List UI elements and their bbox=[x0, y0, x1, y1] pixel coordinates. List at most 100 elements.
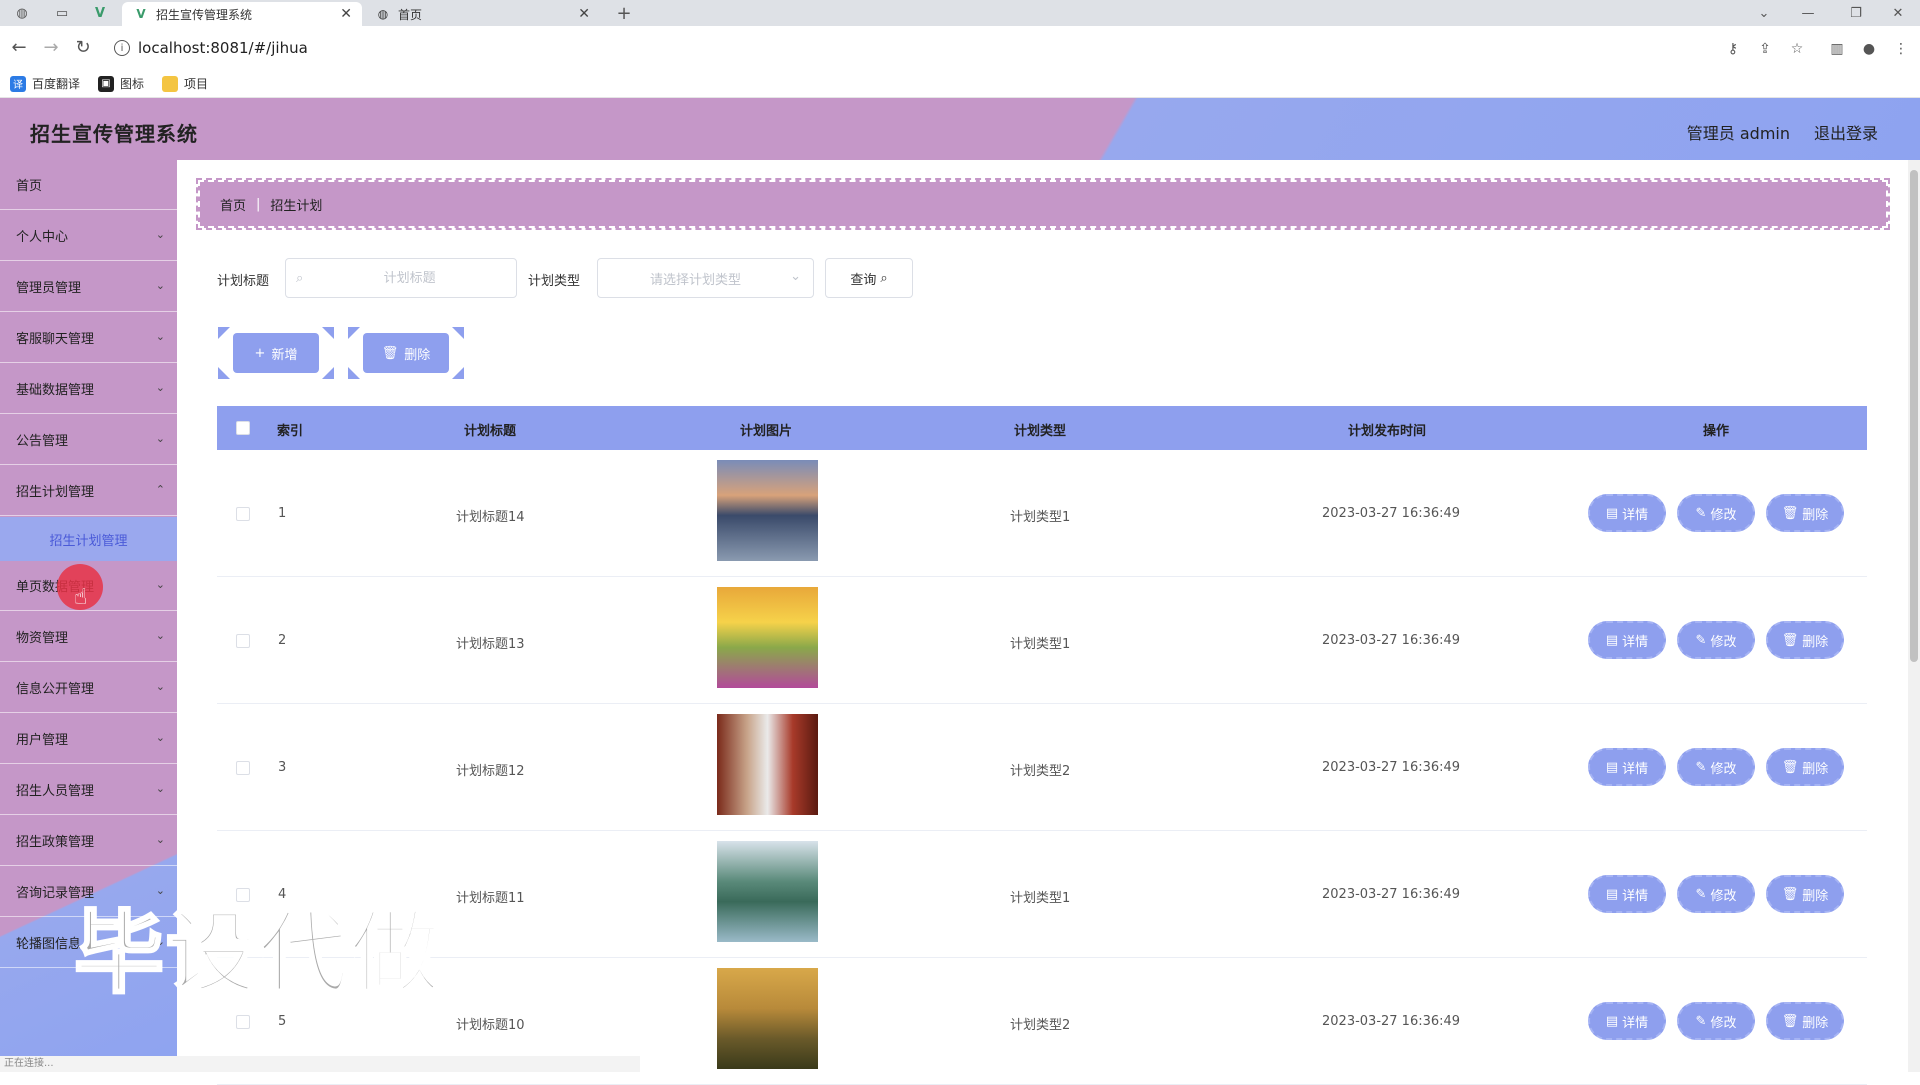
bookmark-baidu-translate[interactable]: 译 百度翻译 bbox=[10, 75, 80, 92]
bookmark-label: 图标 bbox=[120, 77, 145, 91]
sidebar-item-admins[interactable]: 管理员管理 ⌄ bbox=[0, 262, 177, 312]
reload-icon[interactable]: ↻ bbox=[72, 36, 94, 58]
row-image[interactable] bbox=[717, 841, 818, 942]
tab-system[interactable]: V 招生宣传管理系统 ✕ bbox=[122, 2, 362, 26]
sidebar-item-home[interactable]: 首页 bbox=[0, 160, 177, 210]
sidebar-item-plan[interactable]: 招生计划管理 ⌃ bbox=[0, 466, 177, 516]
title-filter-label: 计划标题 bbox=[217, 274, 270, 289]
profile-icon[interactable]: ● bbox=[1860, 40, 1878, 58]
admin-label: 管理员 admin bbox=[1686, 124, 1790, 143]
sidebar-item-disclosure[interactable]: 信息公开管理 ⌄ bbox=[0, 663, 177, 713]
sidebar-item-users[interactable]: 用户管理 ⌄ bbox=[0, 714, 177, 764]
row-delete-button[interactable]: 🗑 删除 bbox=[1766, 494, 1844, 532]
breadcrumb: 首页 | 招生计划 bbox=[196, 178, 1890, 230]
detail-button[interactable]: ▤ 详情 bbox=[1588, 494, 1666, 532]
url-field[interactable]: i localhost:8081/#/jihua bbox=[108, 33, 1908, 63]
sidebar-item-notice[interactable]: 公告管理 ⌄ bbox=[0, 415, 177, 465]
edit-button[interactable]: ✎ 修改 bbox=[1677, 621, 1755, 659]
blank-tab-icon[interactable]: ▭ bbox=[46, 3, 78, 23]
restore-icon[interactable]: ❐ bbox=[1840, 3, 1872, 23]
column-header-actions: 操作 bbox=[1703, 424, 1730, 439]
row-image[interactable] bbox=[717, 968, 818, 1069]
chevron-down-icon: ⌄ bbox=[155, 782, 165, 795]
pencil-icon: ✎ bbox=[1695, 632, 1707, 648]
minimize-icon[interactable]: — bbox=[1792, 3, 1824, 23]
row-delete-button[interactable]: 🗑 删除 bbox=[1766, 1002, 1844, 1040]
add-button[interactable]: + 新增 bbox=[233, 333, 319, 373]
globe-icon[interactable]: ◍ bbox=[6, 3, 38, 23]
column-header-type: 计划类型 bbox=[1014, 424, 1067, 439]
bookmark-project[interactable]: 项目 bbox=[162, 75, 208, 92]
row-delete-button[interactable]: 🗑 删除 bbox=[1766, 748, 1844, 786]
row-type: 计划类型2 bbox=[1010, 1018, 1071, 1033]
pencil-icon: ✎ bbox=[1695, 1013, 1707, 1029]
row-checkbox[interactable] bbox=[236, 634, 250, 648]
row-image[interactable] bbox=[717, 460, 818, 561]
logout-link[interactable]: 退出登录 bbox=[1814, 120, 1878, 144]
search-icon: ⌕ bbox=[880, 270, 888, 286]
chevron-up-icon: ⌃ bbox=[155, 483, 165, 496]
sidebar-item-label: 信息公开管理 bbox=[16, 682, 95, 697]
forward-icon[interactable]: → bbox=[40, 36, 62, 58]
back-icon[interactable]: ← bbox=[8, 36, 30, 58]
bookmark-icons[interactable]: ▣ 图标 bbox=[98, 75, 144, 92]
tab-home[interactable]: ◍ 首页 ✕ bbox=[364, 2, 600, 26]
close-icon[interactable]: ✕ bbox=[578, 6, 590, 22]
sidebar-item-profile[interactable]: 个人中心 ⌄ bbox=[0, 211, 177, 261]
edit-button[interactable]: ✎ 修改 bbox=[1677, 1002, 1755, 1040]
row-delete-button[interactable]: 🗑 删除 bbox=[1766, 621, 1844, 659]
window-close-icon[interactable]: ✕ bbox=[1882, 3, 1914, 23]
sidebar-item-basic-data[interactable]: 基础数据管理 ⌄ bbox=[0, 364, 177, 414]
row-delete-label: 删除 bbox=[1802, 888, 1829, 904]
app-header: 招生宣传管理系统 管理员 admin 退出登录 bbox=[0, 98, 1920, 160]
detail-button[interactable]: ▤ 详情 bbox=[1588, 748, 1666, 786]
key-icon[interactable]: ⚷ bbox=[1724, 40, 1742, 58]
edit-button[interactable]: ✎ 修改 bbox=[1677, 748, 1755, 786]
row-image[interactable] bbox=[717, 714, 818, 815]
vue-icon[interactable]: V bbox=[84, 3, 116, 23]
row-checkbox[interactable] bbox=[236, 507, 250, 521]
sidepanel-icon[interactable]: ▥ bbox=[1828, 40, 1846, 58]
star-icon[interactable]: ☆ bbox=[1788, 40, 1806, 58]
title-filter-input[interactable] bbox=[303, 270, 516, 286]
detail-button[interactable]: ▤ 详情 bbox=[1588, 875, 1666, 913]
detail-button[interactable]: ▤ 详情 bbox=[1588, 1002, 1666, 1040]
row-image[interactable] bbox=[717, 587, 818, 688]
hand-cursor-icon: ☝ bbox=[74, 585, 88, 610]
delete-button[interactable]: 🗑 删除 bbox=[363, 333, 449, 373]
row-time: 2023-03-27 16:36:49 bbox=[1322, 1014, 1461, 1029]
more-icon[interactable]: ⋮ bbox=[1892, 40, 1910, 58]
sidebar-item-chat[interactable]: 客服聊天管理 ⌄ bbox=[0, 313, 177, 363]
row-delete-button[interactable]: 🗑 删除 bbox=[1766, 875, 1844, 913]
edit-button[interactable]: ✎ 修改 bbox=[1677, 494, 1755, 532]
type-filter-select[interactable]: 请选择计划类型 ⌄ bbox=[597, 258, 814, 298]
new-tab-button[interactable]: + bbox=[608, 3, 640, 24]
query-button[interactable]: 查询 ⌕ bbox=[825, 258, 913, 298]
sidebar-item-policy[interactable]: 招生政策管理 ⌄ bbox=[0, 816, 177, 866]
share-icon[interactable]: ⇪ bbox=[1756, 40, 1774, 58]
row-title: 计划标题10 bbox=[456, 1018, 525, 1033]
detail-button[interactable]: ▤ 详情 bbox=[1588, 621, 1666, 659]
row-checkbox[interactable] bbox=[236, 761, 250, 775]
breadcrumb-home[interactable]: 首页 bbox=[220, 195, 246, 214]
sidebar-item-materials[interactable]: 物资管理 ⌄ bbox=[0, 612, 177, 662]
chevron-down-icon[interactable]: ⌄ bbox=[1748, 3, 1780, 23]
close-icon[interactable]: ✕ bbox=[340, 6, 352, 22]
app-title: 招生宣传管理系统 bbox=[30, 122, 198, 146]
decor-corner bbox=[452, 327, 464, 339]
sidebar-item-label: 客服聊天管理 bbox=[16, 332, 95, 347]
sidebar-item-staff[interactable]: 招生人员管理 ⌄ bbox=[0, 765, 177, 815]
edit-button[interactable]: ✎ 修改 bbox=[1677, 875, 1755, 913]
breadcrumb-current: 招生计划 bbox=[270, 198, 323, 214]
table-row: 4 计划标题11 计划类型1 2023-03-27 16:36:49 ▤ 详情 … bbox=[217, 831, 1867, 958]
select-all-checkbox[interactable] bbox=[236, 421, 250, 435]
title-filter-field[interactable]: ⌕ bbox=[285, 258, 517, 298]
row-checkbox[interactable] bbox=[236, 1015, 250, 1029]
pencil-icon: ✎ bbox=[1695, 759, 1707, 775]
row-title: 计划标题13 bbox=[456, 637, 525, 652]
table-row: 3 计划标题12 计划类型2 2023-03-27 16:36:49 ▤ 详情 … bbox=[217, 704, 1867, 831]
row-delete-label: 删除 bbox=[1802, 507, 1829, 523]
sidebar-subitem-plan[interactable]: 招生计划管理 bbox=[0, 517, 177, 561]
scrollbar-thumb[interactable] bbox=[1910, 170, 1918, 662]
decor-corner bbox=[348, 327, 360, 339]
